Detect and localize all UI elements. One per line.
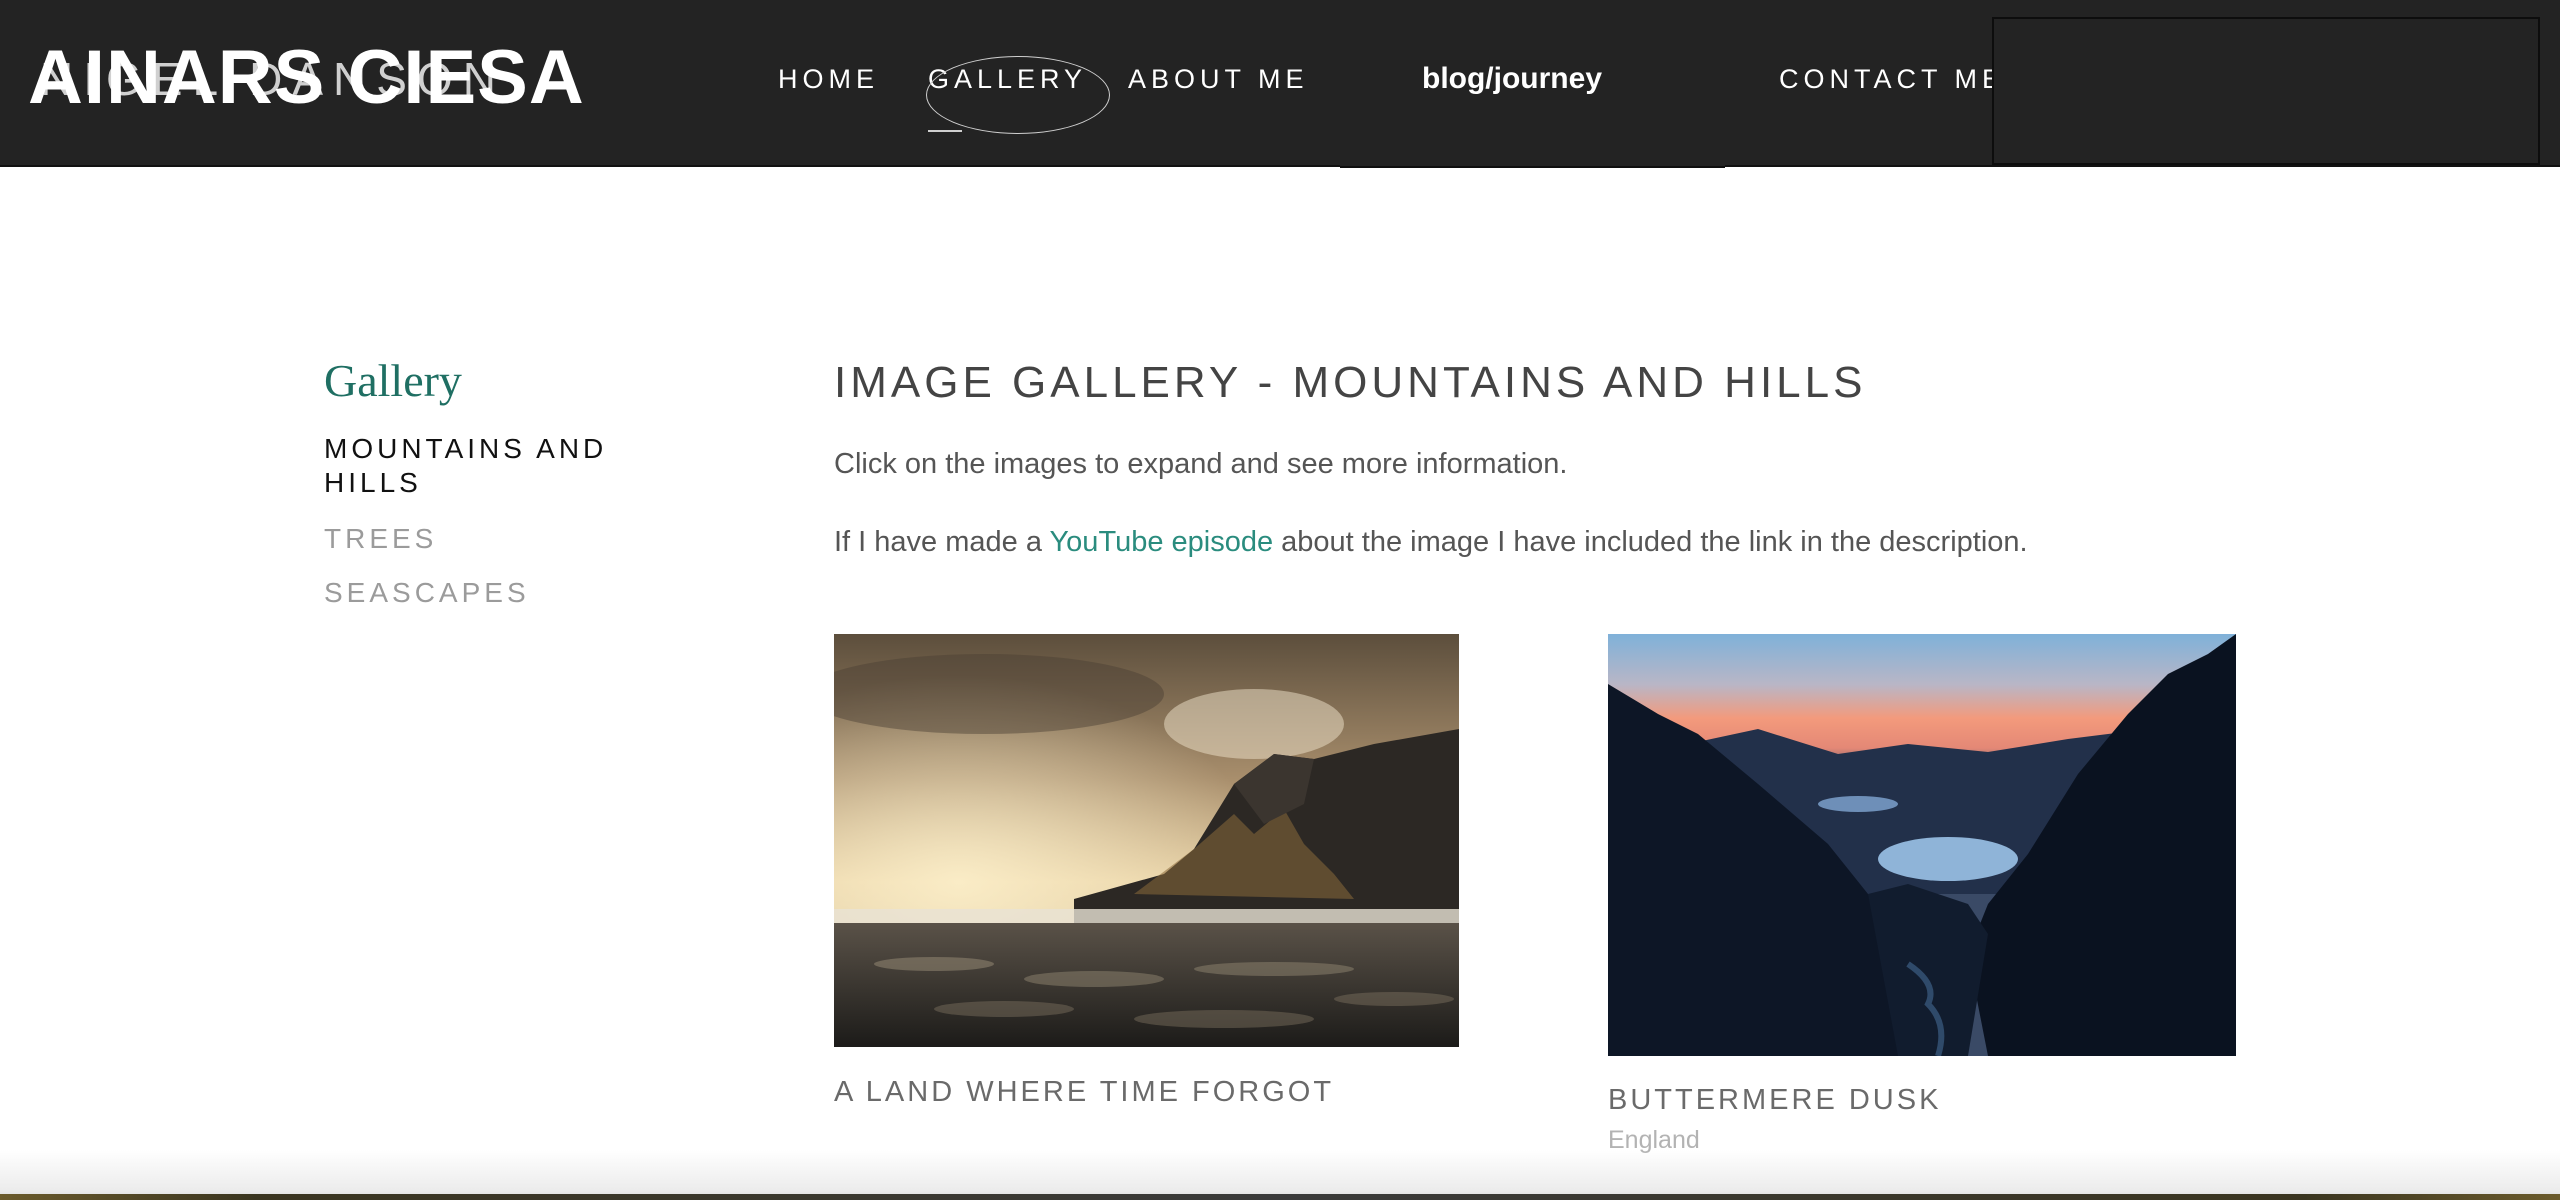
gallery-highlight-circle — [926, 56, 1110, 134]
youtube-note: If I have made a YouTube episode about t… — [834, 526, 2028, 559]
mountain-photo-illustration — [834, 634, 1459, 1047]
image-caption-buttermere-dusk[interactable]: BUTTERMERE DUSK — [1608, 1084, 1941, 1117]
nav-blog-tab[interactable]: blog/journey — [1340, 0, 1725, 168]
bottom-fade — [0, 1150, 2560, 1200]
youtube-episode-link[interactable]: YouTube episode — [1050, 526, 1274, 558]
nav-about[interactable]: ABOUT ME — [1128, 64, 1309, 95]
nav-blog-label: blog/journey — [1422, 62, 1602, 95]
lake-photo-illustration — [1608, 634, 2236, 1056]
intro-text: Click on the images to expand and see mo… — [834, 448, 1568, 480]
image-caption-land-where-time-forgot[interactable]: A LAND WHERE TIME FORGOT — [834, 1076, 1334, 1109]
sidebar-item-mountains-and-hills[interactable]: MOUNTAINS AND HILLS — [324, 432, 664, 500]
gallery-image-buttermere-dusk[interactable] — [1608, 634, 2236, 1056]
sidebar-item-trees[interactable]: TREES — [324, 522, 664, 556]
sidebar-item-seascapes[interactable]: SEASCAPES — [324, 576, 664, 610]
gallery-image-land-where-time-forgot[interactable] — [834, 634, 1459, 1047]
youtube-note-pre: If I have made a — [834, 526, 1050, 558]
youtube-note-post: about the image I have included the link… — [1273, 526, 2028, 558]
top-nav-bar: NIGEL DANSON AINARS CIESA HOME GALLERY A… — [0, 0, 2560, 168]
sidebar-title: Gallery — [324, 355, 462, 406]
gallery-highlight-tail — [928, 130, 962, 132]
nav-contact[interactable]: CONTACT ME — [1779, 64, 2005, 95]
site-logo[interactable]: AINARS CIESA — [28, 34, 585, 121]
header-empty-panel — [1992, 17, 2540, 165]
gallery-page-title: IMAGE GALLERY - MOUNTAINS AND HILLS — [834, 358, 1867, 407]
nav-home[interactable]: HOME — [778, 64, 879, 95]
bottom-edge-strip — [0, 1194, 2560, 1200]
